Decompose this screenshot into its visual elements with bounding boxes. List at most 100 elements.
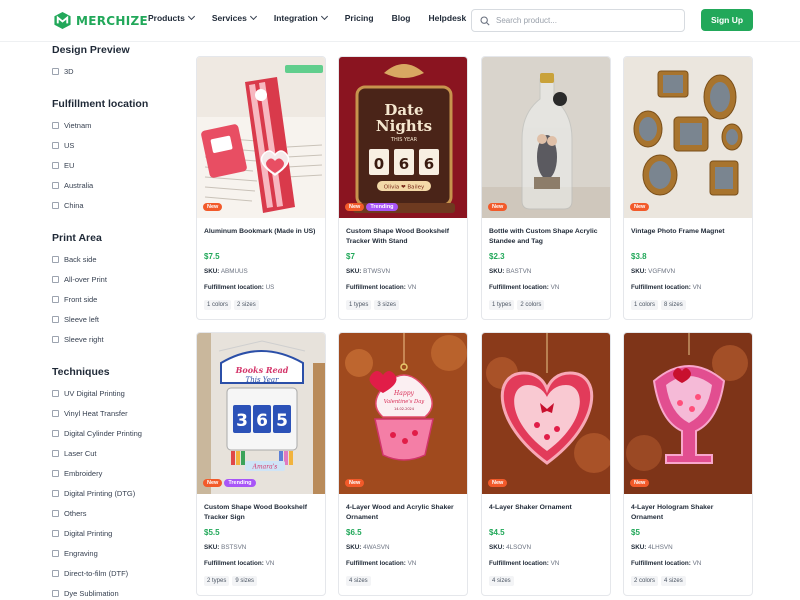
- badge-group: New Trending: [203, 479, 256, 487]
- filter-option-us[interactable]: US: [52, 141, 74, 150]
- product-card[interactable]: New 4-Layer Hologram Shaker Ornament $5 …: [623, 332, 753, 596]
- product-image[interactable]: [482, 57, 610, 218]
- checkbox[interactable]: [52, 430, 59, 437]
- checkbox[interactable]: [52, 570, 59, 577]
- product-card[interactable]: New Aluminum Bookmark (Made in US) $7.5 …: [196, 56, 326, 320]
- fulfillment-label: Fulfillment location:: [631, 560, 691, 567]
- filter-option-others[interactable]: Others: [52, 509, 87, 518]
- product-image[interactable]: [624, 333, 752, 494]
- checkbox[interactable]: [52, 390, 59, 397]
- checkbox[interactable]: [52, 590, 59, 597]
- checkbox[interactable]: [52, 182, 59, 189]
- checkbox[interactable]: [52, 202, 59, 209]
- search-input[interactable]: [496, 16, 676, 25]
- checkbox[interactable]: [52, 296, 59, 303]
- product-title[interactable]: 4-Layer Shaker Ornament: [489, 503, 605, 513]
- checkbox[interactable]: [52, 490, 59, 497]
- nav-integration[interactable]: Integration: [274, 12, 328, 23]
- filter-option-label: US: [64, 141, 75, 150]
- filter-option-australia[interactable]: Australia: [52, 181, 93, 190]
- product-card[interactable]: New Bottle with Custom Shape Acrylic Sta…: [481, 56, 611, 320]
- checkbox[interactable]: [52, 122, 59, 129]
- product-title[interactable]: 4-Layer Wood and Acrylic Shaker Ornament: [346, 503, 462, 522]
- checkbox[interactable]: [52, 256, 59, 263]
- product-image[interactable]: [197, 57, 325, 218]
- new-badge: New: [488, 479, 508, 487]
- filter-option-dye-sublimation[interactable]: Dye Sublimation: [52, 589, 119, 598]
- checkbox[interactable]: [52, 142, 59, 149]
- filter-option-laser-cut[interactable]: Laser Cut: [52, 449, 97, 458]
- product-image[interactable]: Happy Valentine's Day 14.02.2024: [339, 333, 467, 494]
- filter-option-label: 3D: [64, 67, 74, 76]
- product-image[interactable]: [482, 333, 610, 494]
- product-card[interactable]: New 4-Layer Shaker Ornament $4.5 SKU: 4L…: [481, 332, 611, 596]
- nav-services-label: Services: [211, 13, 247, 23]
- product-price: $7: [346, 252, 355, 261]
- checkbox[interactable]: [52, 68, 59, 75]
- product-image[interactable]: Books Read This Year 3 6 5 Amara's: [197, 333, 325, 494]
- product-card[interactable]: New Vintage Photo Frame Magnet $3.8 SKU:…: [623, 56, 753, 320]
- filter-option-eu[interactable]: EU: [52, 161, 74, 170]
- product-card[interactable]: Happy Valentine's Day 14.02.2024 New 4-L…: [338, 332, 468, 596]
- sku-label: SKU:: [346, 544, 362, 551]
- fulfillment-label: Fulfillment location:: [204, 560, 264, 567]
- fulfillment-label: Fulfillment location:: [489, 284, 549, 291]
- product-title[interactable]: Custom Shape Wood Bookshelf Tracker Sign: [204, 503, 320, 522]
- product-title[interactable]: Custom Shape Wood Bookshelf Tracker With…: [346, 227, 462, 246]
- product-title[interactable]: 4-Layer Hologram Shaker Ornament: [631, 503, 747, 522]
- checkbox[interactable]: [52, 276, 59, 283]
- filter-option-sleeve-right[interactable]: Sleeve right: [52, 335, 104, 344]
- product-image[interactable]: [624, 57, 752, 218]
- filter-option-dtf[interactable]: Direct-to-film (DTF): [52, 569, 128, 578]
- nav-services[interactable]: Services: [211, 12, 257, 23]
- variant-tags: 1 types 2 colors: [489, 300, 545, 310]
- filter-option-china[interactable]: China: [52, 201, 84, 210]
- checkbox[interactable]: [52, 162, 59, 169]
- filter-option-all-over-print[interactable]: All-over Print: [52, 275, 107, 284]
- filter-option-digital-cylinder-printing[interactable]: Digital Cylinder Printing: [52, 429, 142, 438]
- checkbox[interactable]: [52, 410, 59, 417]
- checkbox[interactable]: [52, 450, 59, 457]
- checkbox[interactable]: [52, 336, 59, 343]
- image-digit: 3: [236, 411, 248, 431]
- filter-option-uv-digital-printing[interactable]: UV Digital Printing: [52, 389, 125, 398]
- checkbox[interactable]: [52, 550, 59, 557]
- filter-option-front-side[interactable]: Front side: [52, 295, 97, 304]
- filter-option-sleeve-left[interactable]: Sleeve left: [52, 315, 99, 324]
- product-card[interactable]: Books Read This Year 3 6 5 Amara's New Tr…: [196, 332, 326, 596]
- filter-option-embroidery[interactable]: Embroidery: [52, 469, 102, 478]
- badge-group: New: [488, 479, 508, 487]
- filter-option-vietnam[interactable]: Vietnam: [52, 121, 91, 130]
- sku-label: SKU:: [346, 268, 362, 275]
- filter-option-engraving[interactable]: Engraving: [52, 549, 98, 558]
- variant-tag: 2 colors: [631, 576, 659, 586]
- variant-tags: 2 types 9 sizes: [204, 576, 258, 586]
- logo[interactable]: MERCHIZE: [53, 11, 148, 30]
- valentine-ornament-image: Happy Valentine's Day 14.02.2024: [339, 333, 467, 494]
- search-box[interactable]: [471, 9, 685, 32]
- filter-option-digital-printing-dtg[interactable]: Digital Printing (DTG): [52, 489, 135, 498]
- product-title[interactable]: Bottle with Custom Shape Acrylic Standee…: [489, 227, 605, 246]
- image-digit: 6: [399, 155, 409, 173]
- filter-option-label: Australia: [64, 181, 94, 190]
- filter-option-digital-printing[interactable]: Digital Printing: [52, 529, 112, 538]
- signup-button[interactable]: Sign Up: [701, 9, 753, 31]
- nav-blog[interactable]: Blog: [392, 13, 411, 23]
- filter-option-3d[interactable]: 3D: [52, 67, 74, 76]
- product-fulfillment: Fulfillment location: US: [204, 284, 274, 291]
- nav-helpdesk[interactable]: Helpdesk: [428, 13, 466, 23]
- product-image[interactable]: Date Nights THIS YEAR 0 6 6 Olivia ❤ Bai…: [339, 57, 467, 218]
- checkbox[interactable]: [52, 470, 59, 477]
- product-title[interactable]: Aluminum Bookmark (Made in US): [204, 227, 320, 237]
- checkbox[interactable]: [52, 530, 59, 537]
- filter-option-back-side[interactable]: Back side: [52, 255, 97, 264]
- product-card[interactable]: Date Nights THIS YEAR 0 6 6 Olivia ❤ Bai…: [338, 56, 468, 320]
- checkbox[interactable]: [52, 316, 59, 323]
- checkbox[interactable]: [52, 510, 59, 517]
- nav-pricing[interactable]: Pricing: [345, 13, 374, 23]
- product-title[interactable]: Vintage Photo Frame Magnet: [631, 227, 747, 237]
- filter-option-label: Sleeve left: [64, 315, 100, 324]
- image-text-line1: Happy: [393, 390, 414, 397]
- filter-option-vinyl-heat-transfer[interactable]: Vinyl Heat Transfer: [52, 409, 128, 418]
- nav-products[interactable]: Products: [148, 12, 195, 23]
